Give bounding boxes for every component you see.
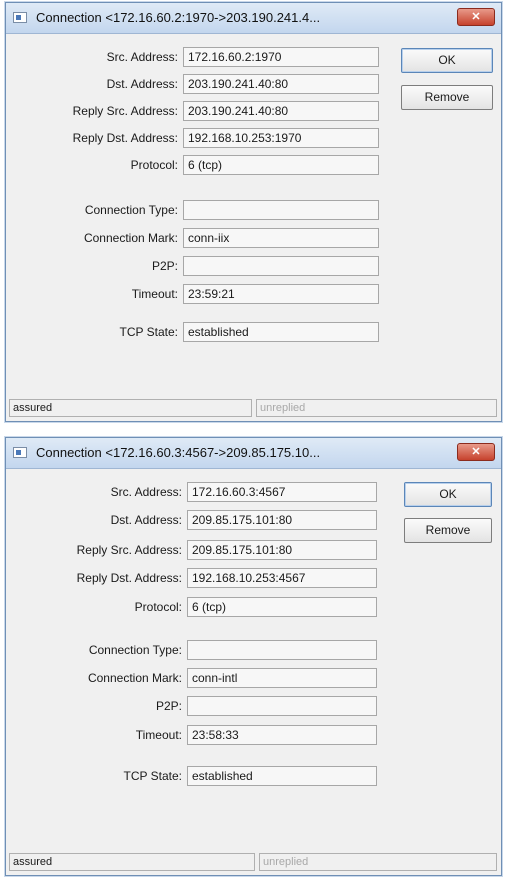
protocol-row: Protocol: (6, 155, 178, 175)
timeout-label: Timeout: (131, 287, 178, 301)
status-assured: assured (9, 853, 255, 871)
close-button[interactable]: ✕ (457, 8, 495, 26)
protocol-field[interactable]: 6 (tcp) (187, 597, 377, 617)
reply-dst-address-label: Reply Dst. Address: (76, 571, 182, 585)
connection-type-label: Connection Type: (84, 203, 178, 217)
timeout-label: Timeout: (135, 728, 182, 742)
dst-address-row: Dst. Address: (6, 74, 178, 94)
tcp-state-label: TCP State: (119, 325, 178, 339)
src-address-field[interactable]: 172.16.60.2:1970 (183, 47, 379, 67)
ok-button[interactable]: OK (401, 48, 493, 73)
src-address-field[interactable]: 172.16.60.3:4567 (187, 482, 377, 502)
connection-type-label: Connection Type: (88, 643, 182, 657)
connection-mark-row: Connection Mark: (6, 668, 182, 688)
status-bar: assured unreplied (9, 853, 498, 871)
tcp-state-row: TCP State: (6, 322, 178, 342)
tcp-state-label: TCP State: (123, 769, 182, 783)
p2p-field[interactable] (187, 696, 377, 716)
timeout-field[interactable]: 23:59:21 (183, 284, 379, 304)
dst-address-label: Dst. Address: (106, 77, 178, 91)
protocol-label: Protocol: (130, 158, 178, 172)
protocol-field[interactable]: 6 (tcp) (183, 155, 379, 175)
connection-type-row: Connection Type: (6, 640, 182, 660)
tcp-state-row: TCP State: (6, 766, 182, 786)
connection-mark-field[interactable]: conn-iix (183, 228, 379, 248)
p2p-row: P2P: (6, 256, 178, 276)
status-assured: assured (9, 399, 252, 417)
protocol-label: Protocol: (134, 600, 182, 614)
reply-src-address-row: Reply Src. Address: (6, 540, 182, 560)
connection-type-row: Connection Type: (6, 200, 178, 220)
connection-mark-label: Connection Mark: (87, 671, 182, 685)
tcp-state-field[interactable]: established (183, 322, 379, 342)
reply-dst-address-row: Reply Dst. Address: (6, 128, 178, 148)
reply-src-address-row: Reply Src. Address: (6, 101, 178, 121)
connection-mark-label: Connection Mark: (83, 231, 178, 245)
src-address-label: Src. Address: (106, 50, 178, 64)
src-address-row: Src. Address: (6, 47, 178, 67)
window-icon (13, 12, 27, 23)
connection-mark-row: Connection Mark: (6, 228, 178, 248)
src-address-row: Src. Address: (6, 482, 182, 502)
window-icon (13, 447, 27, 458)
connection-dialog: Connection <172.16.60.2:1970->203.190.24… (5, 2, 502, 422)
window-title: Connection <172.16.60.3:4567->209.85.175… (36, 445, 321, 460)
ok-button[interactable]: OK (404, 482, 492, 507)
src-address-label: Src. Address: (110, 485, 182, 499)
title-bar[interactable]: Connection <172.16.60.2:1970->203.190.24… (6, 3, 501, 34)
reply-dst-address-label: Reply Dst. Address: (72, 131, 178, 145)
close-button[interactable]: ✕ (457, 443, 495, 461)
dst-address-field[interactable]: 203.190.241.40:80 (183, 74, 379, 94)
status-unreplied: unreplied (259, 853, 497, 871)
dst-address-label: Dst. Address: (110, 513, 182, 527)
connection-dialog: Connection <172.16.60.3:4567->209.85.175… (5, 437, 502, 876)
protocol-row: Protocol: (6, 597, 182, 617)
p2p-field[interactable] (183, 256, 379, 276)
remove-button[interactable]: Remove (401, 85, 493, 110)
reply-dst-address-field[interactable]: 192.168.10.253:4567 (187, 568, 377, 588)
status-unreplied: unreplied (256, 399, 497, 417)
remove-button[interactable]: Remove (404, 518, 492, 543)
p2p-label: P2P: (155, 699, 182, 713)
tcp-state-field[interactable]: established (187, 766, 377, 786)
timeout-row: Timeout: (6, 284, 178, 304)
reply-src-address-field[interactable]: 209.85.175.101:80 (187, 540, 377, 560)
title-bar[interactable]: Connection <172.16.60.3:4567->209.85.175… (6, 438, 501, 469)
connection-type-field[interactable] (183, 200, 379, 220)
window-title: Connection <172.16.60.2:1970->203.190.24… (36, 10, 321, 25)
p2p-row: P2P: (6, 696, 182, 716)
reply-dst-address-field[interactable]: 192.168.10.253:1970 (183, 128, 379, 148)
timeout-row: Timeout: (6, 725, 182, 745)
timeout-field[interactable]: 23:58:33 (187, 725, 377, 745)
dst-address-field[interactable]: 209.85.175.101:80 (187, 510, 377, 530)
status-bar: assured unreplied (9, 399, 498, 417)
connection-type-field[interactable] (187, 640, 377, 660)
dst-address-row: Dst. Address: (6, 510, 182, 530)
reply-src-address-label: Reply Src. Address: (76, 543, 182, 557)
p2p-label: P2P: (151, 259, 178, 273)
reply-src-address-field[interactable]: 203.190.241.40:80 (183, 101, 379, 121)
reply-src-address-label: Reply Src. Address: (72, 104, 178, 118)
reply-dst-address-row: Reply Dst. Address: (6, 568, 182, 588)
connection-mark-field[interactable]: conn-intl (187, 668, 377, 688)
